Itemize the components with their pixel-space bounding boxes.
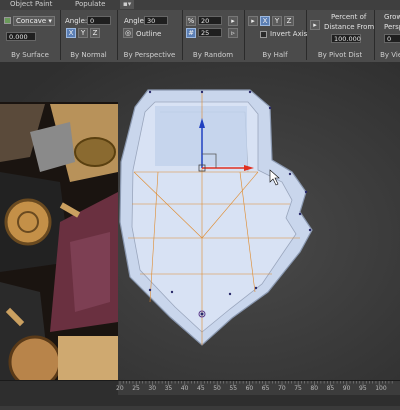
pivot-group-label: By Pivot Dist xyxy=(306,50,375,60)
normal-group: Angle: 0 X Y Z xyxy=(60,10,118,50)
timeline-tick-label: 35 xyxy=(164,385,173,392)
timeline-tick-label: 80 xyxy=(310,385,319,392)
perspective-outline-label: Outline xyxy=(136,30,162,38)
viewport[interactable] xyxy=(0,62,400,380)
half-select-icon[interactable]: ▸ xyxy=(248,16,258,26)
timeline-tick-label: 90 xyxy=(342,385,351,392)
pivot-group: ▸ Percent of Distance From 100.000 xyxy=(306,10,375,50)
perspective-group-label: By Perspective xyxy=(117,50,183,60)
surface-group-label: By Surface xyxy=(0,50,61,60)
timeline-tick-label: 100 xyxy=(375,385,387,392)
grow-line2: Perspec xyxy=(384,23,400,31)
normal-group-label: By Normal xyxy=(60,50,118,60)
timeline-tick-label: 30 xyxy=(148,385,157,392)
texture-panel xyxy=(0,102,118,380)
timeline[interactable] xyxy=(0,380,400,406)
random-group: % 20 # 25 ▸ ▹ xyxy=(182,10,245,50)
perspective-angle-label: Angle: xyxy=(124,17,147,25)
random-percent-icon[interactable]: % xyxy=(186,16,196,26)
view-group-label: By View xyxy=(380,51,400,59)
pivot-value-input[interactable]: 100.000 xyxy=(331,34,361,43)
half-x-button[interactable]: X xyxy=(260,16,270,26)
timeline-tick-label: 75 xyxy=(294,385,302,392)
pivot-line1: Percent of xyxy=(331,13,367,21)
half-group-label: By Half xyxy=(244,50,307,60)
normal-x-button[interactable]: X xyxy=(66,28,76,38)
surface-mode-value: Concave xyxy=(16,17,47,25)
random-group-label: By Random xyxy=(182,50,245,60)
surface-mode-dropdown[interactable]: Concave ▾ xyxy=(13,16,55,26)
timeline-tick-label: 50 xyxy=(213,385,221,392)
timeline-tick-label: 70 xyxy=(278,385,286,392)
surface-group: Concave ▾ 0.000 xyxy=(0,10,61,50)
timeline-tick-label: 55 xyxy=(229,385,238,392)
random-deselect-icon[interactable]: ▹ xyxy=(228,28,238,38)
surface-icon xyxy=(4,17,11,24)
tab-extra-icon[interactable]: ▪▾ xyxy=(120,0,135,9)
half-z-button[interactable]: Z xyxy=(284,16,294,26)
invert-axis-checkbox[interactable] xyxy=(260,31,267,38)
invert-axis-label: Invert Axis xyxy=(270,30,308,38)
timeline-tick-label: 60 xyxy=(245,385,254,392)
normal-z-button[interactable]: Z xyxy=(90,28,100,38)
random-count-icon[interactable]: # xyxy=(186,28,196,38)
timeline-tick-label: 20 xyxy=(116,385,124,392)
normal-angle-label: Angle: xyxy=(65,17,88,25)
grow-line1: Grow xyxy=(384,13,400,21)
normal-y-button[interactable]: Y xyxy=(78,28,88,38)
perspective-angle-input[interactable]: 30 xyxy=(144,16,168,25)
grow-group: Grow Perspec 0 xyxy=(374,10,400,50)
timeline-tick-label: 40 xyxy=(180,385,189,392)
perspective-group: Angle: 30 ◎ Outline xyxy=(117,10,183,50)
perspective-outline-icon[interactable]: ◎ xyxy=(123,28,133,38)
tab-populate[interactable]: Populate xyxy=(75,0,105,9)
half-group: ▸ X Y Z Invert Axis xyxy=(244,10,307,50)
timeline-tick-label: 65 xyxy=(261,385,270,392)
ribbon: Object Paint Populate ▪▾ Concave ▾ 0.000… xyxy=(0,0,400,63)
half-y-button[interactable]: Y xyxy=(272,16,282,26)
timeline-tick-label: 85 xyxy=(326,385,335,392)
viewport-canvas[interactable] xyxy=(0,62,400,380)
pivot-line2: Distance From xyxy=(324,23,375,31)
timeline-tick-label: 95 xyxy=(359,385,367,392)
random-select-icon[interactable]: ▸ xyxy=(228,16,238,26)
surface-value-input[interactable]: 0.000 xyxy=(6,32,36,41)
timeline-tick-label: 45 xyxy=(197,385,205,392)
normal-angle-input[interactable]: 0 xyxy=(87,16,111,25)
pivot-select-icon[interactable]: ▸ xyxy=(310,20,320,30)
grow-value-input[interactable]: 0 xyxy=(384,34,400,43)
random-value1-input[interactable]: 20 xyxy=(198,16,222,25)
tab-object-paint[interactable]: Object Paint xyxy=(10,0,52,9)
ribbon-tabs: Object Paint Populate ▪▾ xyxy=(0,0,400,10)
timeline-tick-label: 25 xyxy=(132,385,140,392)
random-value2-input[interactable]: 25 xyxy=(198,28,222,37)
